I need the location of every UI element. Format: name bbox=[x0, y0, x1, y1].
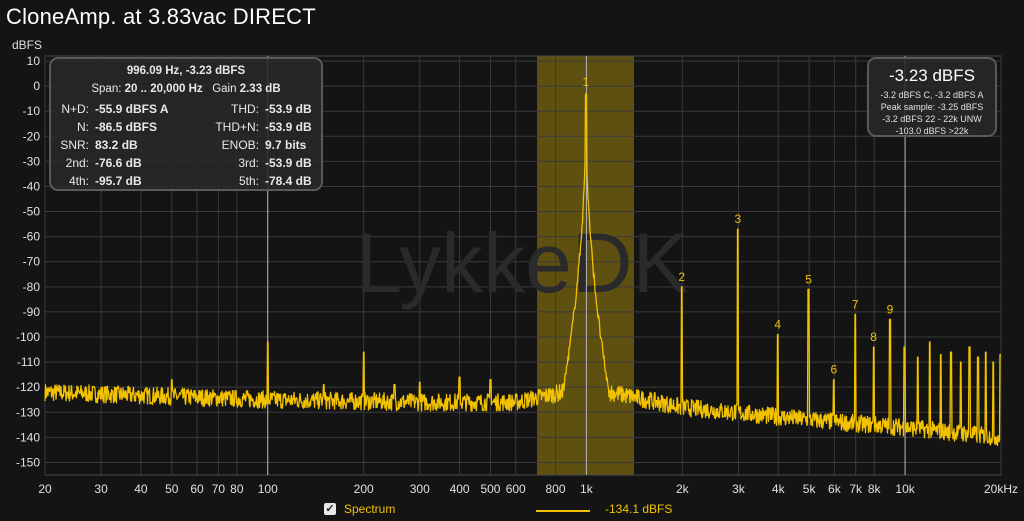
x-tick-label: 7k bbox=[849, 482, 863, 496]
level-line: -3.2 dBFS 22 - 22k UNW bbox=[882, 114, 982, 124]
measurement-panel[interactable]: 996.09 Hz, -3.23 dBFS Span: 20 .. 20,000… bbox=[49, 57, 323, 191]
meas-label: THD+N: bbox=[215, 120, 259, 134]
x-tick-label: 600 bbox=[506, 482, 526, 496]
harmonic-label-1: 1 bbox=[583, 75, 590, 89]
harmonic-label-2: 2 bbox=[678, 270, 685, 284]
harmonic-label-8: 8 bbox=[870, 330, 877, 344]
meas-value: -95.7 dB bbox=[95, 174, 142, 188]
x-tick-label: 4k bbox=[772, 482, 786, 496]
x-tick-label: 2k bbox=[676, 482, 690, 496]
x-tick-label: 8k bbox=[868, 482, 882, 496]
span-gain-readout: Span: 20 .. 20,000 Hz Gain 2.33 dB bbox=[51, 83, 321, 95]
x-tick-label: 30 bbox=[94, 482, 108, 496]
x-tick-label: 5k bbox=[803, 482, 817, 496]
level-panel[interactable]: -3.23 dBFS -3.2 dBFS C, -3.2 dBFS A Peak… bbox=[867, 57, 997, 137]
x-tick-label: 1k bbox=[580, 482, 594, 496]
legend-series-name[interactable]: Spectrum bbox=[344, 502, 395, 516]
harmonic-label-5: 5 bbox=[805, 272, 812, 286]
x-tick-label: 100 bbox=[258, 482, 278, 496]
gain-value: 2.33 dB bbox=[239, 83, 281, 95]
legend-cursor-value: -134.1 dBFS bbox=[605, 502, 673, 516]
meas-label: N: bbox=[77, 120, 89, 134]
x-tick-label: 20kHz bbox=[984, 482, 1018, 496]
harmonic-label-4: 4 bbox=[774, 317, 781, 331]
gain-label: Gain bbox=[212, 83, 237, 95]
x-axis-ticks: 20 30 40 50 60 70 80 100 200 300 400 500 600 800 1k 2k 3… bbox=[38, 482, 1018, 496]
y-tick-label: -120 bbox=[16, 380, 40, 394]
harmonic-label-9: 9 bbox=[887, 302, 894, 316]
meas-label: 5th: bbox=[238, 174, 259, 188]
meas-label: THD: bbox=[231, 102, 259, 116]
y-axis-label: dBFS bbox=[12, 38, 42, 52]
legend-swatch bbox=[536, 510, 590, 512]
x-tick-label: 300 bbox=[410, 482, 430, 496]
y-tick-label: -100 bbox=[16, 330, 40, 344]
span-label: Span: bbox=[91, 83, 122, 95]
meas-value: -55.9 dBFS A bbox=[95, 102, 169, 116]
meas-value: -76.6 dB bbox=[95, 156, 142, 170]
y-tick-label: -60 bbox=[23, 230, 41, 244]
y-tick-label: -80 bbox=[23, 280, 41, 294]
y-tick-label: -130 bbox=[16, 405, 40, 419]
meas-value: -78.4 dB bbox=[265, 174, 312, 188]
level-line: -3.2 dBFS C, -3.2 dBFS A bbox=[880, 90, 984, 100]
meas-label: 4th: bbox=[68, 174, 89, 188]
y-tick-label: -150 bbox=[16, 455, 40, 469]
meas-value: 83.2 dB bbox=[95, 138, 138, 152]
meas-label: 3rd: bbox=[238, 156, 259, 170]
level-line: Peak sample: -3.25 dBFS bbox=[880, 102, 984, 112]
watermark: LykkeDK bbox=[355, 216, 688, 310]
x-tick-label: 10k bbox=[895, 482, 915, 496]
spectrum-checkbox[interactable]: ✓ bbox=[324, 503, 336, 515]
meas-label: ENOB: bbox=[221, 138, 259, 152]
x-tick-label: 70 bbox=[212, 482, 226, 496]
x-tick-label: 50 bbox=[165, 482, 179, 496]
y-tick-label: -90 bbox=[23, 305, 41, 319]
x-tick-label: 500 bbox=[480, 482, 500, 496]
y-tick-label: -110 bbox=[17, 355, 40, 369]
span-value: 20 .. 20,000 Hz bbox=[124, 83, 203, 95]
fundamental-readout: 996.09 Hz, -3.23 dBFS bbox=[126, 65, 246, 77]
y-tick-label: -50 bbox=[23, 205, 41, 219]
level-line: -103.0 dBFS >22k bbox=[895, 126, 969, 136]
y-tick-label: -140 bbox=[16, 430, 40, 444]
meas-value: -53.9 dB bbox=[265, 120, 312, 134]
meas-label: SNR: bbox=[60, 138, 89, 152]
y-tick-label: 10 bbox=[27, 54, 41, 68]
y-tick-label: -70 bbox=[23, 255, 41, 269]
x-tick-label: 20 bbox=[38, 482, 52, 496]
y-tick-label: 0 bbox=[33, 79, 40, 93]
meas-label: 2nd: bbox=[65, 156, 89, 170]
level-main: -3.23 dBFS bbox=[889, 66, 975, 85]
x-tick-label: 60 bbox=[190, 482, 204, 496]
meas-value: -53.9 dB bbox=[265, 102, 312, 116]
meas-label: N+D: bbox=[61, 102, 89, 116]
y-axis-ticks: 100-10-20-30-40-50-60-70-80-90-100-110-1… bbox=[16, 54, 40, 469]
x-tick-label: 40 bbox=[134, 482, 148, 496]
x-tick-label: 200 bbox=[354, 482, 374, 496]
meas-value: -53.9 dB bbox=[265, 156, 312, 170]
x-tick-label: 800 bbox=[546, 482, 566, 496]
x-tick-label: 80 bbox=[230, 482, 244, 496]
x-tick-label: 400 bbox=[450, 482, 470, 496]
harmonic-label-3: 3 bbox=[735, 212, 742, 226]
meas-value: -86.5 dBFS bbox=[95, 120, 158, 134]
harmonic-label-6: 6 bbox=[831, 363, 838, 377]
page-title: CloneAmp. at 3.83vac DIRECT bbox=[6, 4, 316, 29]
harmonic-label-7: 7 bbox=[852, 297, 859, 311]
legend: ✓ Spectrum -134.1 dBFS bbox=[0, 500, 1024, 520]
meas-value: 9.7 bits bbox=[265, 138, 307, 152]
x-tick-label: 6k bbox=[828, 482, 842, 496]
x-tick-label: 3k bbox=[732, 482, 746, 496]
